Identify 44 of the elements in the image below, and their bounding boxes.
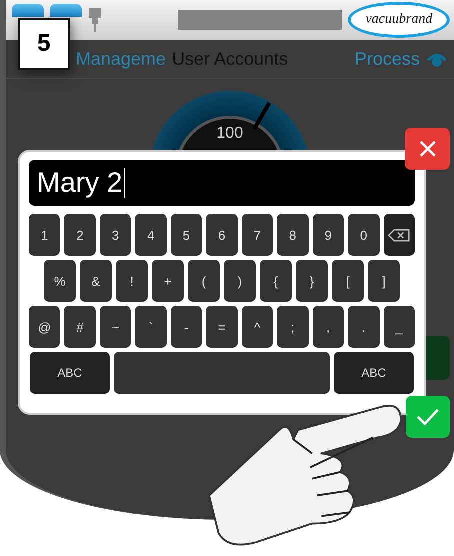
keyboard-key[interactable]: ]	[368, 260, 400, 302]
keyboard-key[interactable]: [	[332, 260, 364, 302]
gauge-reading: 100	[216, 125, 244, 144]
keyboard-key[interactable]: 6	[206, 214, 238, 256]
keyboard-key[interactable]: (	[188, 260, 220, 302]
network-icon	[88, 7, 102, 33]
close-button[interactable]	[405, 128, 450, 170]
step-number: 5	[18, 18, 70, 70]
keyboard-key[interactable]: {	[260, 260, 292, 302]
keyboard-key[interactable]: .	[348, 306, 380, 348]
keyboard-key[interactable]: 3	[100, 214, 132, 256]
keyboard-key[interactable]: ,	[312, 306, 344, 348]
keyboard-key[interactable]: )	[224, 260, 256, 302]
backspace-key[interactable]	[384, 214, 415, 256]
keyboard-key[interactable]: -	[170, 306, 202, 348]
keyboard-key[interactable]: 8	[277, 214, 309, 256]
check-icon	[416, 407, 440, 427]
keyboard-key[interactable]: %	[44, 260, 76, 302]
backspace-icon	[388, 228, 410, 242]
keyboard-key[interactable]: 2	[64, 214, 96, 256]
keyboard-key[interactable]: 7	[242, 214, 274, 256]
logo: vacuubrand	[348, 2, 450, 38]
mode-key[interactable]: ABC	[30, 352, 110, 394]
keyboard-key[interactable]: #	[64, 306, 96, 348]
keyboard-key[interactable]: `	[135, 306, 167, 348]
keyboard-key[interactable]: &	[80, 260, 112, 302]
keyboard-key[interactable]: +	[152, 260, 184, 302]
mode-key[interactable]: ABC	[334, 352, 414, 394]
text-input-field[interactable]: Mary 2	[29, 160, 415, 206]
keyboard-key[interactable]: 0	[348, 214, 380, 256]
keyboard-key[interactable]: ~	[100, 306, 132, 348]
keyboard-key[interactable]: 1	[29, 214, 60, 256]
close-icon	[418, 139, 438, 159]
keyboard-key[interactable]: @	[29, 306, 60, 348]
keyboard-key[interactable]: ^	[242, 306, 274, 348]
keyboard-key[interactable]: }	[296, 260, 328, 302]
confirm-button[interactable]	[406, 396, 450, 438]
keyboard-key[interactable]: =	[206, 306, 238, 348]
keyboard-key[interactable]: 5	[170, 214, 202, 256]
keyboard-key[interactable]: 9	[312, 214, 344, 256]
keyboard-key[interactable]: 4	[135, 214, 167, 256]
keyboard-key[interactable]: _	[384, 306, 415, 348]
keyboard-key[interactable]: ;	[277, 306, 309, 348]
keyboard-key[interactable]: !	[116, 260, 148, 302]
